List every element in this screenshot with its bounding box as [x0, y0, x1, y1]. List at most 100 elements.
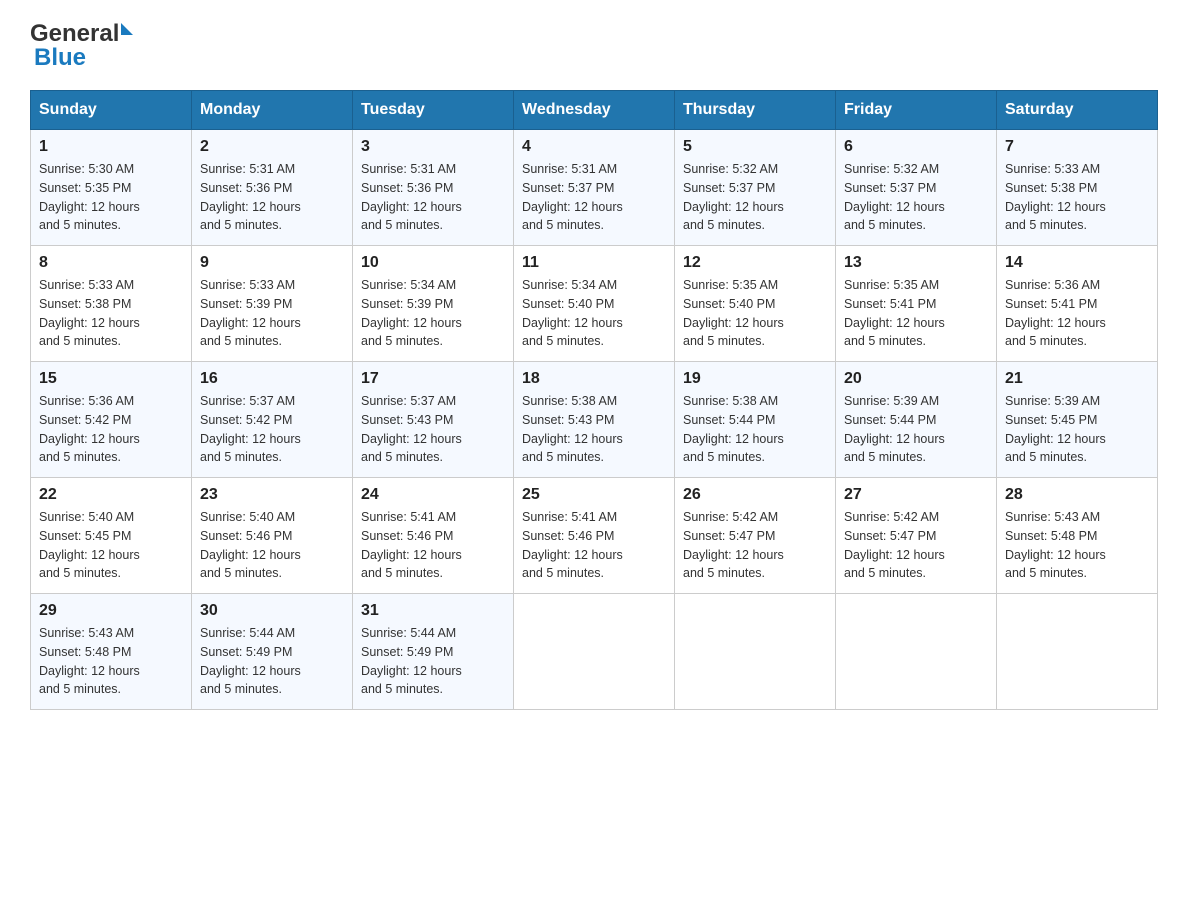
calendar-cell: 19 Sunrise: 5:38 AMSunset: 5:44 PMDayligh…	[675, 362, 836, 478]
page-header: General Blue	[30, 20, 1158, 72]
calendar-cell: 5 Sunrise: 5:32 AMSunset: 5:37 PMDaylight…	[675, 130, 836, 246]
day-info: Sunrise: 5:39 AMSunset: 5:44 PMDaylight:…	[844, 392, 988, 467]
calendar-cell: 31 Sunrise: 5:44 AMSunset: 5:49 PMDayligh…	[353, 594, 514, 710]
calendar-cell: 18 Sunrise: 5:38 AMSunset: 5:43 PMDayligh…	[514, 362, 675, 478]
day-number: 3	[361, 138, 505, 156]
day-info: Sunrise: 5:36 AMSunset: 5:42 PMDaylight:…	[39, 392, 183, 467]
calendar-cell: 17 Sunrise: 5:37 AMSunset: 5:43 PMDayligh…	[353, 362, 514, 478]
day-info: Sunrise: 5:30 AMSunset: 5:35 PMDaylight:…	[39, 160, 183, 235]
day-info: Sunrise: 5:31 AMSunset: 5:37 PMDaylight:…	[522, 160, 666, 235]
column-header-tuesday: Tuesday	[353, 91, 514, 130]
logo-triangle-icon	[121, 23, 133, 35]
day-info: Sunrise: 5:37 AMSunset: 5:43 PMDaylight:…	[361, 392, 505, 467]
day-number: 6	[844, 138, 988, 156]
logo-blue-text: Blue	[34, 44, 86, 72]
day-number: 4	[522, 138, 666, 156]
day-number: 17	[361, 370, 505, 388]
day-number: 24	[361, 486, 505, 504]
calendar-week-row: 29 Sunrise: 5:43 AMSunset: 5:48 PMDayligh…	[31, 594, 1158, 710]
day-info: Sunrise: 5:34 AMSunset: 5:40 PMDaylight:…	[522, 276, 666, 351]
day-info: Sunrise: 5:33 AMSunset: 5:39 PMDaylight:…	[200, 276, 344, 351]
day-number: 15	[39, 370, 183, 388]
column-header-monday: Monday	[192, 91, 353, 130]
day-info: Sunrise: 5:41 AMSunset: 5:46 PMDaylight:…	[522, 508, 666, 583]
day-number: 31	[361, 602, 505, 620]
day-info: Sunrise: 5:39 AMSunset: 5:45 PMDaylight:…	[1005, 392, 1149, 467]
day-info: Sunrise: 5:35 AMSunset: 5:40 PMDaylight:…	[683, 276, 827, 351]
day-info: Sunrise: 5:40 AMSunset: 5:46 PMDaylight:…	[200, 508, 344, 583]
day-number: 28	[1005, 486, 1149, 504]
day-info: Sunrise: 5:38 AMSunset: 5:44 PMDaylight:…	[683, 392, 827, 467]
calendar-cell: 2 Sunrise: 5:31 AMSunset: 5:36 PMDaylight…	[192, 130, 353, 246]
day-number: 14	[1005, 254, 1149, 272]
day-info: Sunrise: 5:42 AMSunset: 5:47 PMDaylight:…	[683, 508, 827, 583]
day-info: Sunrise: 5:36 AMSunset: 5:41 PMDaylight:…	[1005, 276, 1149, 351]
day-info: Sunrise: 5:41 AMSunset: 5:46 PMDaylight:…	[361, 508, 505, 583]
day-number: 25	[522, 486, 666, 504]
day-info: Sunrise: 5:33 AMSunset: 5:38 PMDaylight:…	[1005, 160, 1149, 235]
calendar-cell: 3 Sunrise: 5:31 AMSunset: 5:36 PMDaylight…	[353, 130, 514, 246]
calendar-cell: 11 Sunrise: 5:34 AMSunset: 5:40 PMDayligh…	[514, 246, 675, 362]
calendar-week-row: 22Sunrise: 5:40 AMSunset: 5:45 PMDayligh…	[31, 478, 1158, 594]
day-info: Sunrise: 5:35 AMSunset: 5:41 PMDaylight:…	[844, 276, 988, 351]
calendar-week-row: 1Sunrise: 5:30 AMSunset: 5:35 PMDaylight…	[31, 130, 1158, 246]
day-number: 20	[844, 370, 988, 388]
day-number: 21	[1005, 370, 1149, 388]
calendar-week-row: 8 Sunrise: 5:33 AMSunset: 5:38 PMDaylight…	[31, 246, 1158, 362]
day-info: Sunrise: 5:31 AMSunset: 5:36 PMDaylight:…	[361, 160, 505, 235]
calendar-cell	[675, 594, 836, 710]
calendar-cell: 24 Sunrise: 5:41 AMSunset: 5:46 PMDayligh…	[353, 478, 514, 594]
column-header-friday: Friday	[836, 91, 997, 130]
day-number: 29	[39, 602, 183, 620]
calendar-cell: 12Sunrise: 5:35 AMSunset: 5:40 PMDayligh…	[675, 246, 836, 362]
day-info: Sunrise: 5:32 AMSunset: 5:37 PMDaylight:…	[844, 160, 988, 235]
day-info: Sunrise: 5:33 AMSunset: 5:38 PMDaylight:…	[39, 276, 183, 351]
day-number: 9	[200, 254, 344, 272]
calendar-cell: 16 Sunrise: 5:37 AMSunset: 5:42 PMDayligh…	[192, 362, 353, 478]
calendar-cell: 30Sunrise: 5:44 AMSunset: 5:49 PMDayligh…	[192, 594, 353, 710]
column-header-saturday: Saturday	[997, 91, 1158, 130]
day-number: 7	[1005, 138, 1149, 156]
calendar-cell: 10 Sunrise: 5:34 AMSunset: 5:39 PMDayligh…	[353, 246, 514, 362]
day-info: Sunrise: 5:44 AMSunset: 5:49 PMDaylight:…	[361, 624, 505, 699]
calendar-cell: 29 Sunrise: 5:43 AMSunset: 5:48 PMDayligh…	[31, 594, 192, 710]
day-number: 5	[683, 138, 827, 156]
calendar-cell: 15 Sunrise: 5:36 AMSunset: 5:42 PMDayligh…	[31, 362, 192, 478]
calendar-cell: 9 Sunrise: 5:33 AMSunset: 5:39 PMDaylight…	[192, 246, 353, 362]
day-info: Sunrise: 5:40 AMSunset: 5:45 PMDaylight:…	[39, 508, 183, 583]
day-number: 2	[200, 138, 344, 156]
day-info: Sunrise: 5:43 AMSunset: 5:48 PMDaylight:…	[39, 624, 183, 699]
calendar-cell: 23Sunrise: 5:40 AMSunset: 5:46 PMDayligh…	[192, 478, 353, 594]
day-number: 11	[522, 254, 666, 272]
calendar-cell: 7 Sunrise: 5:33 AMSunset: 5:38 PMDaylight…	[997, 130, 1158, 246]
logo: General Blue	[30, 20, 133, 72]
day-number: 8	[39, 254, 183, 272]
calendar-week-row: 15 Sunrise: 5:36 AMSunset: 5:42 PMDayligh…	[31, 362, 1158, 478]
calendar-header-row: SundayMondayTuesdayWednesdayThursdayFrid…	[31, 91, 1158, 130]
day-number: 10	[361, 254, 505, 272]
calendar-cell: 6 Sunrise: 5:32 AMSunset: 5:37 PMDaylight…	[836, 130, 997, 246]
column-header-wednesday: Wednesday	[514, 91, 675, 130]
calendar-cell	[836, 594, 997, 710]
day-number: 18	[522, 370, 666, 388]
calendar-cell: 26 Sunrise: 5:42 AMSunset: 5:47 PMDayligh…	[675, 478, 836, 594]
calendar-cell: 22Sunrise: 5:40 AMSunset: 5:45 PMDayligh…	[31, 478, 192, 594]
day-number: 26	[683, 486, 827, 504]
calendar-cell: 14 Sunrise: 5:36 AMSunset: 5:41 PMDayligh…	[997, 246, 1158, 362]
day-number: 13	[844, 254, 988, 272]
day-info: Sunrise: 5:32 AMSunset: 5:37 PMDaylight:…	[683, 160, 827, 235]
day-number: 16	[200, 370, 344, 388]
calendar-cell: 13 Sunrise: 5:35 AMSunset: 5:41 PMDayligh…	[836, 246, 997, 362]
calendar-table: SundayMondayTuesdayWednesdayThursdayFrid…	[30, 90, 1158, 710]
day-info: Sunrise: 5:43 AMSunset: 5:48 PMDaylight:…	[1005, 508, 1149, 583]
calendar-cell: 25 Sunrise: 5:41 AMSunset: 5:46 PMDayligh…	[514, 478, 675, 594]
calendar-cell	[514, 594, 675, 710]
day-info: Sunrise: 5:31 AMSunset: 5:36 PMDaylight:…	[200, 160, 344, 235]
day-number: 27	[844, 486, 988, 504]
day-info: Sunrise: 5:34 AMSunset: 5:39 PMDaylight:…	[361, 276, 505, 351]
day-info: Sunrise: 5:37 AMSunset: 5:42 PMDaylight:…	[200, 392, 344, 467]
day-number: 19	[683, 370, 827, 388]
calendar-cell: 27Sunrise: 5:42 AMSunset: 5:47 PMDayligh…	[836, 478, 997, 594]
day-info: Sunrise: 5:38 AMSunset: 5:43 PMDaylight:…	[522, 392, 666, 467]
calendar-cell: 20 Sunrise: 5:39 AMSunset: 5:44 PMDayligh…	[836, 362, 997, 478]
